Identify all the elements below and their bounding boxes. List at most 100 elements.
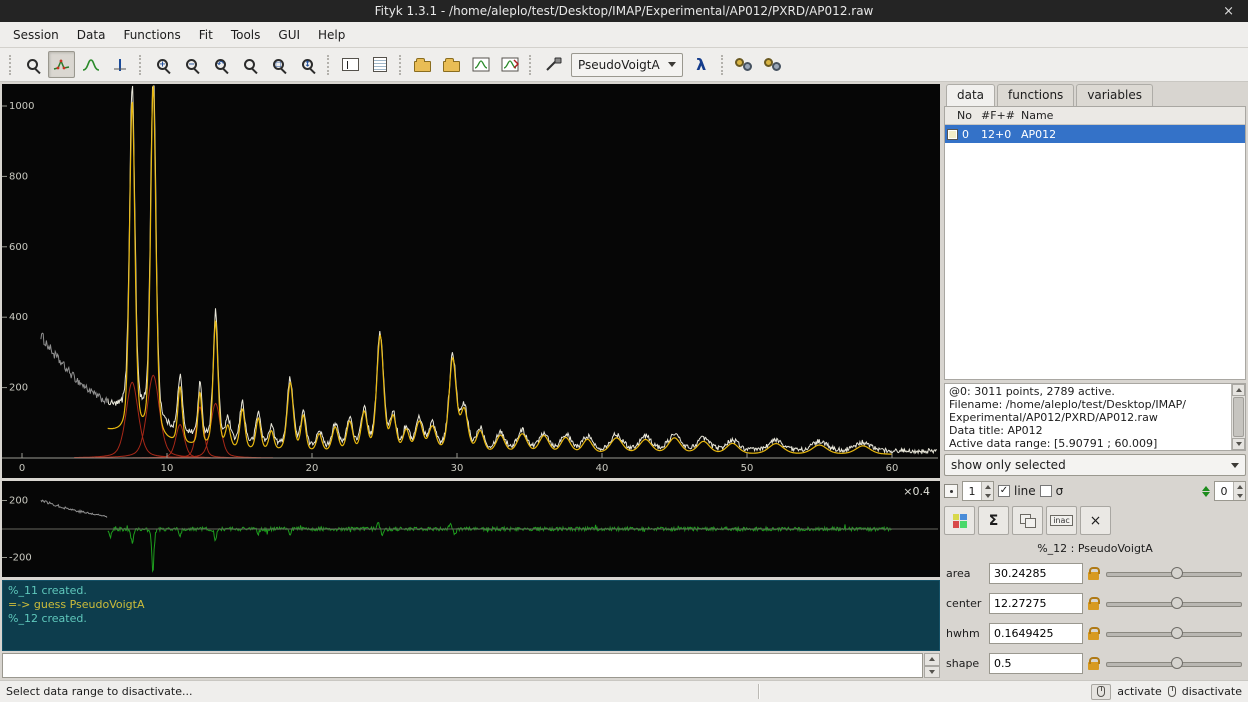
menu-gui[interactable]: GUI	[269, 24, 309, 46]
disactivate-hint-label: disactivate	[1182, 685, 1242, 698]
column-functions: #F+#	[981, 109, 1021, 122]
slider-thumb[interactable]	[1171, 657, 1183, 669]
svg-text:40: 40	[596, 463, 609, 474]
param-shape-slider[interactable]	[1104, 655, 1244, 671]
show-inactive-button[interactable]: inac	[1046, 506, 1077, 535]
duplicate-dataset-button[interactable]	[1012, 506, 1043, 535]
zoom-in-button[interactable]: +	[149, 51, 176, 78]
function-type-dropdown[interactable]: PseudoVoigtA	[571, 53, 683, 77]
info-scrollbar[interactable]	[1231, 384, 1245, 450]
color-grid-button[interactable]	[944, 506, 975, 535]
slider-thumb[interactable]	[1171, 567, 1183, 579]
sigma-icon: Σ	[989, 513, 999, 529]
unlock-icon[interactable]	[1088, 662, 1099, 670]
svg-text:-200: -200	[9, 553, 32, 564]
vertical-line-mode-button[interactable]	[106, 51, 133, 78]
main-plot-canvas[interactable]: 01020304050602004006008001000	[2, 84, 938, 478]
up-arrow-icon	[929, 657, 935, 661]
param-label: center	[946, 597, 984, 610]
session-settings-button[interactable]	[760, 51, 787, 78]
command-history-spinner	[924, 653, 940, 678]
history-up-button[interactable]	[924, 653, 940, 666]
line-checkbox[interactable]: ✓	[998, 485, 1010, 497]
param-center-input[interactable]	[989, 593, 1083, 614]
open-data-button[interactable]	[409, 51, 436, 78]
info-line: Data title: AP012	[949, 424, 1229, 437]
menu-data[interactable]: Data	[68, 24, 115, 46]
output-console[interactable]: %_11 created. =-> guess PseudoVoigtA %_1…	[2, 580, 940, 651]
toolbar: + − ↶ ◻ ↕	[0, 48, 1248, 82]
delete-dataset-button[interactable]: ×	[1080, 506, 1111, 535]
command-input[interactable]	[2, 653, 923, 678]
zoom-vertical-fit-button[interactable]: ↕	[294, 51, 321, 78]
slider-thumb[interactable]	[1171, 627, 1183, 639]
down-arrow-icon	[1236, 442, 1242, 446]
chevron-down-icon	[668, 62, 676, 67]
open-folder-plus-icon	[443, 61, 460, 72]
zoom-previous-button[interactable]: ↶	[207, 51, 234, 78]
shift-spinner[interactable]: 0	[1214, 481, 1246, 501]
menu-session[interactable]: Session	[4, 24, 68, 46]
param-area-input[interactable]	[989, 563, 1083, 584]
notebook-icon	[373, 57, 387, 72]
show-filter-dropdown[interactable]: show only selected	[944, 454, 1246, 476]
copy-plot-button[interactable]	[467, 51, 494, 78]
add-peak-mode-button[interactable]	[77, 51, 104, 78]
menu-tools[interactable]: Tools	[222, 24, 270, 46]
param-center-slider[interactable]	[1104, 595, 1244, 611]
sum-datasets-button[interactable]: Σ	[978, 506, 1009, 535]
dataset-row[interactable]: 0 12+0 AP012	[945, 125, 1245, 143]
scroll-down-button[interactable]	[1232, 438, 1245, 450]
sidebar-tabs: data functions variables	[944, 84, 1246, 106]
slider-thumb[interactable]	[1171, 597, 1183, 609]
tab-variables[interactable]: variables	[1076, 84, 1153, 106]
main-plot[interactable]: 01020304050602004006008001000	[2, 84, 940, 478]
open-data-options-button[interactable]	[438, 51, 465, 78]
sigma-checkbox-label: σ	[1056, 484, 1064, 498]
menu-fit[interactable]: Fit	[190, 24, 222, 46]
tab-data[interactable]: data	[946, 84, 995, 106]
zoom-all-button[interactable]	[236, 51, 263, 78]
data-range-icon	[53, 58, 71, 72]
param-area-slider[interactable]	[1104, 565, 1244, 581]
save-image-button[interactable]	[496, 51, 523, 78]
command-input-row	[2, 653, 940, 678]
tab-functions[interactable]: functions	[997, 84, 1074, 106]
auxiliary-plot[interactable]: 200-200×0.4	[2, 481, 940, 577]
close-button[interactable]: ×	[1219, 0, 1238, 22]
unlock-icon[interactable]	[1088, 632, 1099, 640]
color-grid-icon	[953, 514, 967, 528]
point-size-spinner[interactable]: 1	[962, 481, 994, 501]
scroll-up-button[interactable]	[1232, 384, 1245, 396]
param-hwhm-slider[interactable]	[1104, 625, 1244, 641]
menu-functions[interactable]: Functions	[114, 24, 189, 46]
zoom-selection-icon: ◻	[273, 59, 284, 70]
mouse-hint-button[interactable]	[1091, 684, 1111, 700]
unlock-icon[interactable]	[1088, 572, 1099, 580]
titlebar: Fityk 1.3.1 - /home/aleplo/test/Desktop/…	[0, 0, 1248, 22]
script-editor-button[interactable]	[366, 51, 393, 78]
edit-command-button[interactable]	[337, 51, 364, 78]
menu-help[interactable]: Help	[309, 24, 354, 46]
run-fit-button[interactable]	[539, 51, 566, 78]
data-range-mode-button[interactable]	[48, 51, 75, 78]
open-folder-icon	[414, 61, 431, 72]
svg-text:50: 50	[741, 463, 754, 474]
zoom-out-button[interactable]: −	[178, 51, 205, 78]
up-arrow-icon	[1236, 388, 1242, 392]
unlock-icon[interactable]	[1088, 602, 1099, 610]
execute-script-button[interactable]	[731, 51, 758, 78]
mouse-icon	[1097, 686, 1105, 697]
zoom-selection-button[interactable]: ◻	[265, 51, 292, 78]
zoom-previous-icon: ↶	[215, 59, 226, 70]
guess-peak-button[interactable]: λ	[688, 51, 715, 78]
zoom-mode-button[interactable]	[19, 51, 46, 78]
dataset-checkbox[interactable]	[947, 129, 958, 140]
auxiliary-plot-canvas[interactable]: 200-200×0.4	[2, 481, 938, 577]
param-shape-input[interactable]	[989, 653, 1083, 674]
scrollbar-thumb[interactable]	[1233, 397, 1244, 437]
param-hwhm-input[interactable]	[989, 623, 1083, 644]
svg-text:×0.4: ×0.4	[903, 485, 930, 498]
history-down-button[interactable]	[924, 666, 940, 679]
sigma-checkbox[interactable]	[1040, 485, 1052, 497]
